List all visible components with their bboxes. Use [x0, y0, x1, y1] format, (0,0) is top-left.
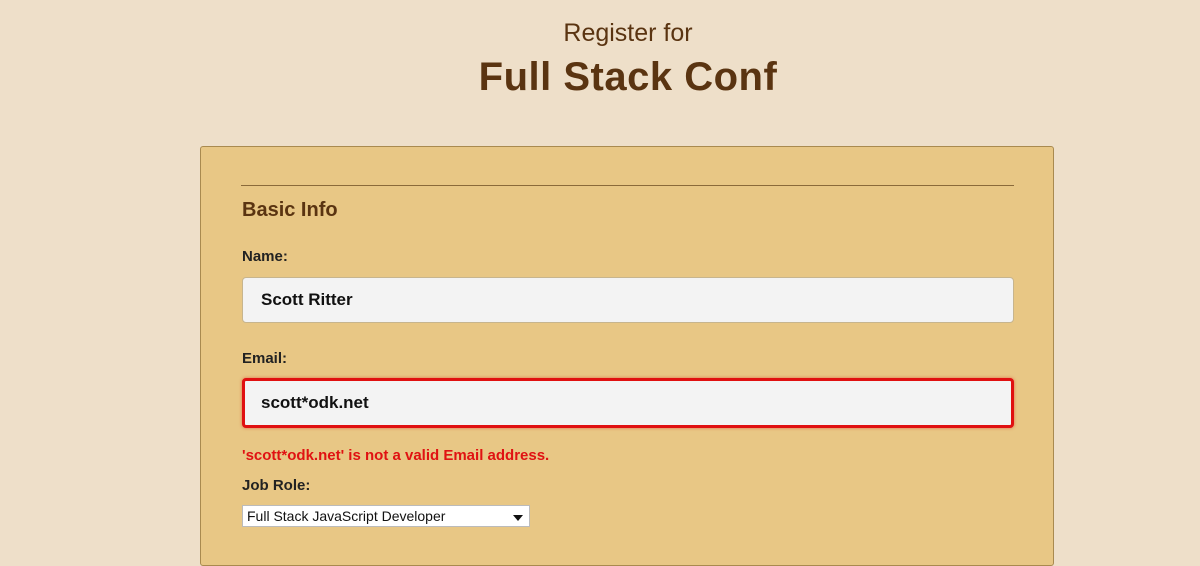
- email-input[interactable]: [242, 378, 1014, 428]
- job-role-selected-value: Full Stack JavaScript Developer: [247, 508, 446, 524]
- email-error-message: 'scott*odk.net' is not a valid Email add…: [242, 447, 550, 464]
- registration-form: Basic Info Name: Email: 'scott*odk.net' …: [200, 146, 1054, 566]
- name-label: Name:: [242, 248, 288, 265]
- name-input[interactable]: [242, 277, 1014, 323]
- chevron-down-icon: [513, 515, 523, 521]
- page-subtitle: Register for: [563, 19, 693, 47]
- section-divider: [241, 185, 1014, 186]
- job-role-select[interactable]: Full Stack JavaScript Developer: [242, 505, 530, 527]
- page-title: Full Stack Conf: [478, 55, 778, 99]
- email-label: Email:: [242, 350, 288, 367]
- section-title-basic-info: Basic Info: [242, 199, 338, 221]
- job-role-label: Job Role:: [242, 477, 311, 494]
